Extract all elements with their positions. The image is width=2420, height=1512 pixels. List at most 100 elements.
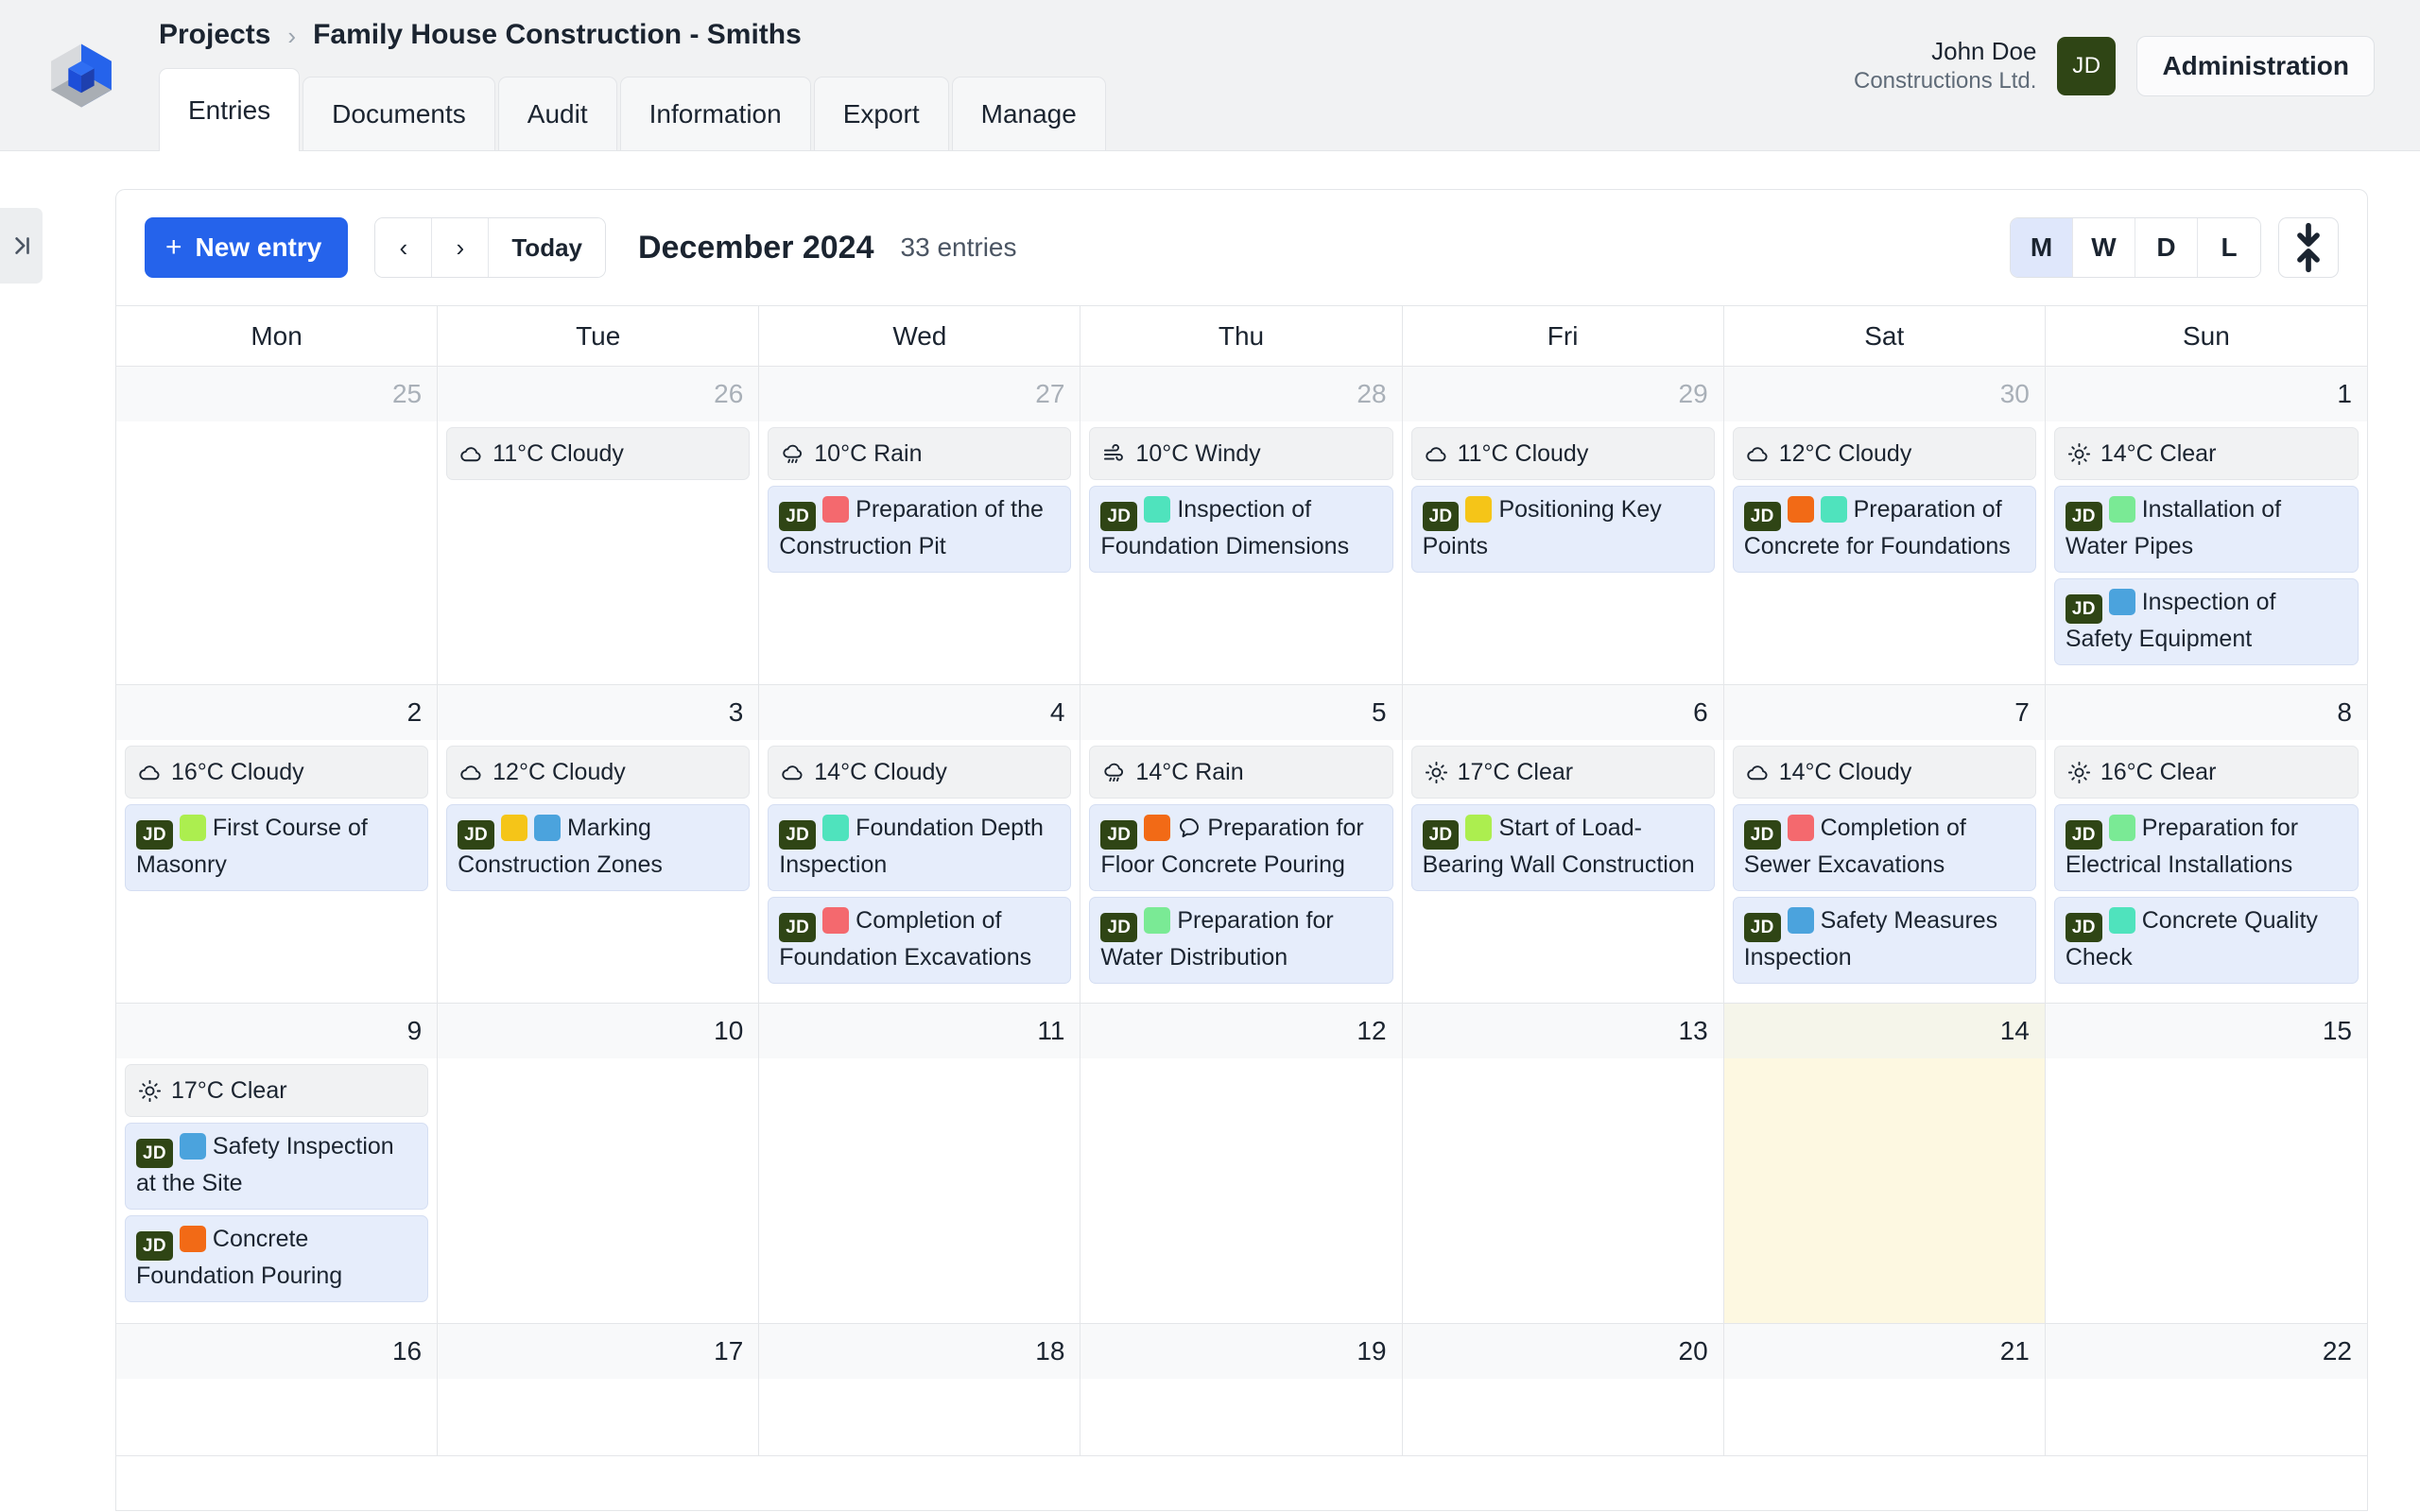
calendar-day-cell[interactable]: 22 [2045, 1324, 2367, 1455]
calendar-entry[interactable]: JD Completion of Sewer Excavations [1732, 804, 2036, 892]
calendar-day-cell[interactable]: 10 [438, 1004, 760, 1323]
calendar-day-cell[interactable]: 6 17°C Clear JD Start of Load-Bearing Wall … [1402, 685, 1724, 1003]
view-month-button[interactable]: M [2011, 218, 2073, 277]
calendar-entry[interactable]: JD First Course of Masonry [125, 804, 429, 892]
entry-title: Safety Inspection at the Site [136, 1133, 394, 1197]
calendar-entry[interactable]: JD Marking Construction Zones [446, 804, 751, 892]
calendar-entry[interactable]: JD Concrete Foundation Pouring [125, 1215, 429, 1303]
calendar-entry[interactable]: JD Concrete Quality Check [2053, 897, 2359, 985]
calendar-day-cell[interactable]: 5 14°C Rain JD Preparation for Floor Concre… [1080, 685, 1403, 1003]
calendar-day-cell[interactable]: 28 10°C Windy JD Inspection of Foundation D… [1080, 367, 1403, 684]
day-number: 13 [1402, 1004, 1723, 1058]
calendar-day-cell[interactable]: 17 [438, 1324, 760, 1455]
previous-period-button[interactable]: ‹ [375, 218, 433, 277]
day-content: 10°C Windy JD Inspection of Foundation Dim… [1080, 421, 1401, 574]
calendar-entry[interactable]: JD Safety Inspection at the Site [125, 1123, 429, 1211]
day-content: 14°C Cloudy JD Completion of Sewer Excavat… [1724, 740, 2045, 985]
calendar-day-cell[interactable]: 11 [759, 1004, 1081, 1323]
today-button[interactable]: Today [489, 218, 605, 277]
calendar-day-cell[interactable]: 18 [759, 1324, 1081, 1455]
weekday-fri: Fri [1403, 306, 1724, 366]
day-number: 1 [2045, 367, 2367, 421]
entry-tag-swatch [179, 1226, 206, 1253]
calendar-day-cell[interactable]: 12 [1080, 1004, 1403, 1323]
sun-icon [1425, 761, 1447, 783]
calendar-day-cell[interactable]: 20 [1402, 1324, 1724, 1455]
calendar-entry[interactable]: JD Preparation of the Construction Pit [768, 486, 1072, 574]
new-entry-button[interactable]: + New entry [145, 217, 349, 278]
rain-icon [1104, 763, 1124, 782]
calendar-entry[interactable]: JD Safety Measures Inspection [1732, 897, 2036, 985]
day-content: 12°C Cloudy JD Marking Construction Zones [438, 740, 758, 892]
weather-chip: 10°C Rain [768, 427, 1072, 480]
day-number: 15 [2045, 1004, 2367, 1058]
entry-tag-swatch [1465, 815, 1493, 841]
calendar-day-cell[interactable]: 30 12°C Cloudy JD Preparation of Concrete f… [1723, 367, 2046, 684]
calendar-entry[interactable]: JD Preparation of Concrete for Foundation… [1732, 486, 2036, 574]
calendar-entry[interactable]: JD Preparation for Floor Concrete Pouring [1089, 804, 1393, 892]
breadcrumb-projects-link[interactable]: Projects [159, 19, 270, 51]
calendar-entry[interactable]: JD Completion of Foundation Excavations [768, 897, 1072, 985]
tab-audit[interactable]: Audit [497, 77, 617, 150]
day-number: 5 [1080, 685, 1402, 740]
weather-chip: 12°C Cloudy [1732, 427, 2036, 480]
breadcrumb: Projects › Family House Construction - S… [159, 19, 802, 51]
calendar-entry[interactable]: JD Positioning Key Points [1410, 486, 1715, 574]
calendar-entry[interactable]: JD Start of Load-Bearing Wall Constructio… [1410, 804, 1715, 892]
expand-rows-button[interactable] [2278, 217, 2339, 278]
tab-documents[interactable]: Documents [302, 77, 495, 150]
cloud-icon [782, 765, 803, 780]
view-week-button[interactable]: W [2073, 218, 2135, 277]
calendar-day-cell[interactable]: 4 14°C Cloudy JD Foundation Depth Inspectio… [759, 685, 1081, 1003]
calendar-day-cell[interactable]: 21 [1723, 1324, 2046, 1455]
day-content: 17°C Clear JD Safety Inspection at the Sit… [116, 1058, 437, 1303]
calendar-entry[interactable]: JD Preparation for Water Distribution [1089, 897, 1393, 985]
entry-title: Preparation of the Construction Pit [779, 496, 1044, 560]
calendar-day-cell[interactable]: 8 16°C Clear JD Preparation for Electrical … [2045, 685, 2367, 1003]
tab-export[interactable]: Export [813, 77, 949, 150]
current-period-label: December 2024 [638, 229, 874, 266]
calendar-day-cell[interactable]: 9 17°C Clear JD Safety Inspection at the Si… [116, 1004, 439, 1323]
tab-information[interactable]: Information [619, 77, 811, 150]
next-period-button[interactable]: › [432, 218, 490, 277]
calendar-day-cell[interactable]: 29 11°C Cloudy JD Positioning Key Points [1402, 367, 1724, 684]
breadcrumb-current-project: Family House Construction - Smiths [313, 19, 802, 50]
calendar-day-cell[interactable]: 16 [116, 1324, 439, 1455]
tab-entries[interactable]: Entries [159, 68, 301, 151]
calendar-entry[interactable]: JD Inspection of Safety Equipment [2053, 578, 2359, 666]
calendar-day-cell[interactable]: 26 11°C Cloudy [438, 367, 760, 684]
avatar[interactable]: JD [2057, 37, 2117, 95]
day-content: 17°C Clear JD Start of Load-Bearing Wall C… [1403, 740, 1723, 892]
entry-title: Preparation for Floor Concrete Pouring [1100, 815, 1364, 879]
calendar-day-cell[interactable]: 19 [1080, 1324, 1403, 1455]
calendar-entry[interactable]: JD Inspection of Foundation Dimensions [1089, 486, 1393, 574]
view-day-button[interactable]: D [2135, 218, 2198, 277]
day-content: 11°C Cloudy JD Positioning Key Points [1403, 421, 1723, 574]
calendar-day-cell-today[interactable]: 14 [1723, 1004, 2046, 1323]
expand-sidebar-button[interactable] [0, 208, 43, 284]
calendar-day-cell[interactable]: 25 [116, 367, 439, 684]
calendar-day-cell[interactable]: 27 10°C Rain JD Preparation of the Construc… [759, 367, 1081, 684]
calendar-entry[interactable]: JD Foundation Depth Inspection [768, 804, 1072, 892]
day-content: 14°C Clear JD Installation of Water Pipes J… [2046, 421, 2367, 666]
weekday-sat: Sat [1724, 306, 2046, 366]
weather-chip: 11°C Cloudy [1410, 427, 1715, 480]
administration-button[interactable]: Administration [2136, 36, 2375, 96]
view-list-button[interactable]: L [2198, 218, 2260, 277]
day-number: 6 [1402, 685, 1723, 740]
calendar-day-cell[interactable]: 3 12°C Cloudy JD Marking Construction Zones [438, 685, 760, 1003]
calendar-day-cell[interactable]: 15 [2045, 1004, 2367, 1323]
entry-tag-swatch [1144, 815, 1171, 841]
calendar-day-cell[interactable]: 7 14°C Cloudy JD Completion of Sewer Excava… [1723, 685, 2046, 1003]
calendar-entry[interactable]: JD Installation of Water Pipes [2053, 486, 2359, 574]
cloud-icon [1425, 446, 1446, 461]
weather-chip: 14°C Cloudy [1732, 746, 2036, 799]
tab-manage[interactable]: Manage [951, 77, 1106, 150]
day-content: 14°C Rain JD Preparation for Floor Concret… [1080, 740, 1401, 985]
calendar-week-row: 2 16°C Cloudy JD First Course of Masonry 3 12… [116, 685, 2367, 1004]
calendar-day-cell[interactable]: 2 16°C Cloudy JD First Course of Masonry [116, 685, 439, 1003]
calendar-entry[interactable]: JD Preparation for Electrical Installatio… [2053, 804, 2359, 892]
calendar-day-cell[interactable]: 1 14°C Clear JD Installation of Water Pipes… [2045, 367, 2367, 684]
calendar-day-cell[interactable]: 13 [1402, 1004, 1724, 1323]
entry-tag-swatch [179, 815, 206, 841]
